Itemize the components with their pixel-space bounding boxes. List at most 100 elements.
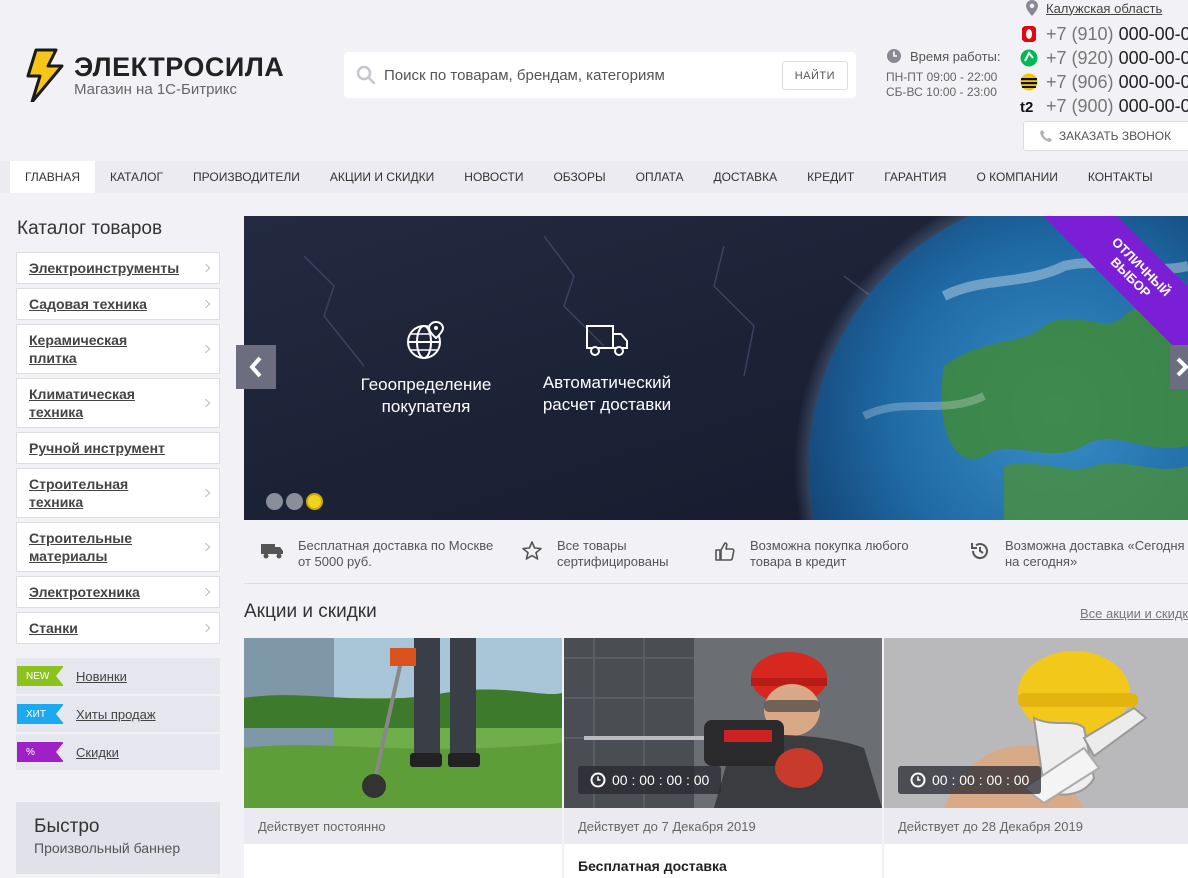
svg-text:t2: t2: [1020, 99, 1033, 115]
sidebar-title: Каталог товаров: [17, 218, 163, 239]
nav-item-reviews[interactable]: ОБЗОРЫ: [538, 161, 620, 193]
clock-icon: [887, 49, 901, 63]
nav-item-news[interactable]: НОВОСТИ: [449, 161, 538, 193]
sidebar-link-new[interactable]: NEW Новинки: [16, 658, 220, 694]
chevron-left-icon: [249, 356, 262, 378]
work-hours-weekend: СБ-ВС 10:00 - 23:00: [886, 85, 997, 99]
sidebar-link-hits[interactable]: ХИТ Хиты продаж: [16, 696, 220, 732]
site-header: ЭЛЕКТРОСИЛА Магазин на 1С-Битрикс НАЙТИ …: [0, 0, 1188, 160]
banner-subtitle: Произвольный баннер: [34, 840, 181, 856]
megafon-icon: [1020, 49, 1038, 67]
main-nav: ГЛАВНАЯ КАТАЛОГ ПРОИЗВОДИТЕЛИ АКЦИИ И СК…: [0, 161, 1188, 193]
region-label: Калужская область: [1046, 0, 1163, 16]
sidebar-link-discounts[interactable]: % Скидки: [16, 734, 220, 770]
slide-dot-active[interactable]: [306, 493, 323, 510]
region-selector[interactable]: Калужская область: [1026, 0, 1162, 16]
promos-title: Акции и скидки: [244, 601, 377, 622]
promo-card[interactable]: 00 : 00 : 00 : 00 Действует до 28 Декабр…: [884, 638, 1188, 878]
phone-list: +7 (910) 000-00-00 +7 (920) 000-00-00 +7…: [1020, 22, 1188, 118]
thumbs-up-icon: [715, 542, 735, 561]
worker-drill-photo: 00 : 00 : 00 : 00: [564, 638, 882, 808]
sidebar-item-ceramic-tile[interactable]: Керамическая плитка: [16, 324, 220, 374]
all-promos-link[interactable]: Все акции и скидки: [1080, 606, 1188, 621]
nav-item-warranty[interactable]: ГАРАНТИЯ: [869, 161, 961, 193]
chevron-right-icon: [1176, 357, 1188, 377]
sidebar-item-climate[interactable]: Климатическая техника: [16, 378, 220, 428]
benefit-credit: Возможна покупка любого товара в кредит: [714, 538, 934, 570]
feature-geolocation-text: Геоопределение покупателя: [360, 375, 492, 416]
clock-icon: [590, 772, 606, 788]
promo-validity: Действует до 7 Декабря 2019: [564, 808, 882, 844]
promo-validity: Действует постоянно: [244, 808, 562, 844]
chevron-right-icon: [201, 263, 211, 273]
chevron-right-icon: [201, 344, 211, 354]
sidebar-item-garden[interactable]: Садовая техника: [16, 288, 220, 320]
benefit-certified: Все товары сертифицированы: [521, 538, 691, 570]
chevron-right-icon: [201, 488, 211, 498]
callback-button[interactable]: ЗАКАЗАТЬ ЗВОНОК: [1023, 121, 1188, 151]
sidebar-item-power-tools[interactable]: Электроинструменты: [16, 252, 220, 284]
promo-card[interactable]: Действует постоянно: [244, 638, 562, 878]
sidebar-item-construction-machinery[interactable]: Строительная техника: [16, 468, 220, 518]
star-icon: [522, 541, 542, 560]
work-hours-weekdays: ПН-ПТ 09:00 - 22:00: [886, 70, 998, 84]
promo-title: Бесплатная доставка: [578, 858, 727, 874]
chevron-right-icon: [201, 299, 211, 309]
slider-next-button[interactable]: [1170, 345, 1188, 389]
catalog-sidebar: Каталог товаров Электроинструменты Садов…: [16, 218, 220, 874]
lightning-bolt-icon: [26, 48, 64, 102]
globe-pin-icon: [407, 320, 445, 359]
promo-validity: Действует до 28 Декабря 2019: [884, 808, 1188, 844]
beeline-icon: [1020, 73, 1038, 91]
chevron-right-icon: [201, 587, 211, 597]
sidebar-item-machines[interactable]: Станки: [16, 612, 220, 644]
search-bar: НАЙТИ: [344, 52, 856, 98]
hit-badge: ХИТ: [17, 704, 64, 724]
work-hours: Время работы: ПН-ПТ 09:00 - 22:00 СБ-ВС …: [886, 48, 1000, 100]
slide-dot[interactable]: [266, 493, 283, 510]
nav-item-home[interactable]: ГЛАВНАЯ: [10, 161, 96, 193]
mts-icon: [1022, 26, 1036, 42]
truck-icon: [261, 544, 283, 559]
countdown-timer: 00 : 00 : 00 : 00: [898, 766, 1042, 794]
phone-number[interactable]: +7 (906) 000-00-00: [1020, 70, 1188, 94]
nav-item-catalog[interactable]: КАТАЛОГ: [95, 161, 178, 193]
logo-title: ЭЛЕКТРОСИЛА: [74, 51, 285, 82]
phone-icon: [1039, 130, 1052, 142]
history-icon: [971, 543, 988, 560]
grass-trimmer-photo: [244, 638, 562, 808]
search-icon: [356, 65, 376, 85]
discount-badge: %: [17, 742, 64, 762]
search-input[interactable]: [384, 60, 764, 90]
chevron-right-icon: [201, 398, 211, 408]
search-button[interactable]: НАЙТИ: [781, 61, 848, 90]
nav-item-sales[interactable]: АКЦИИ И СКИДКИ: [315, 161, 449, 193]
clock-icon: [910, 772, 926, 788]
slider-pagination: [266, 493, 326, 510]
phone-number[interactable]: +7 (910) 000-00-00: [1020, 22, 1188, 46]
slide-dot[interactable]: [286, 493, 303, 510]
nav-item-about[interactable]: О КОМПАНИИ: [961, 161, 1072, 193]
nav-item-manufacturers[interactable]: ПРОИЗВОДИТЕЛИ: [178, 161, 315, 193]
map-pin-icon: [1026, 0, 1038, 16]
slider-prev-button[interactable]: [236, 345, 276, 389]
work-hours-title: Время работы:: [910, 48, 1001, 64]
nav-item-credit[interactable]: КРЕДИТ: [792, 161, 869, 193]
phone-number[interactable]: +7 (920) 000-00-00: [1020, 46, 1188, 70]
phone-number[interactable]: t2 +7 (900) 000-00-00: [1020, 94, 1188, 118]
nav-item-delivery[interactable]: ДОСТАВКА: [698, 161, 792, 193]
sidebar-banner[interactable]: Быстро Произвольный баннер: [16, 802, 220, 874]
sidebar-item-electrical[interactable]: Электротехника: [16, 576, 220, 608]
nav-item-payment[interactable]: ОПЛАТА: [621, 161, 699, 193]
feature-delivery-calc: Автоматический расчет доставки: [532, 320, 682, 416]
promo-card[interactable]: 00 : 00 : 00 : 00 Действует до 7 Декабря…: [564, 638, 882, 878]
benefit-free-delivery: Бесплатная доставка по Москве от 5000 ру…: [260, 538, 500, 570]
benefit-same-day: Возможна доставка «Сегодня на сегодня»: [969, 538, 1188, 570]
sidebar-item-building-materials[interactable]: Строительные материалы: [16, 522, 220, 572]
new-badge: NEW: [17, 666, 64, 686]
nav-item-contacts[interactable]: КОНТАКТЫ: [1073, 161, 1168, 193]
sidebar-item-hand-tools[interactable]: Ручной инструмент: [16, 432, 220, 464]
hero-slider[interactable]: Геоопределение покупателя Автоматический…: [244, 216, 1188, 520]
logo[interactable]: ЭЛЕКТРОСИЛА Магазин на 1С-Битрикс: [22, 48, 284, 102]
logo-subtitle: Магазин на 1С-Битрикс: [74, 80, 238, 98]
